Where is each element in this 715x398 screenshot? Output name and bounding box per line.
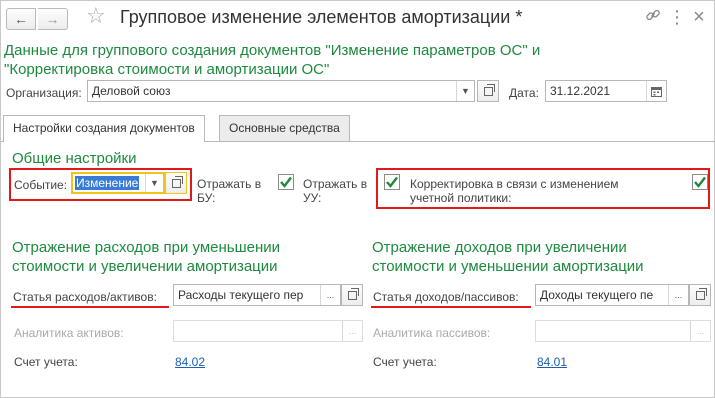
- reflect-bu-label: Отражать в БУ:: [197, 177, 261, 205]
- open-form-icon: [483, 83, 495, 96]
- date-value: 31.12.2021: [550, 84, 611, 98]
- liability-analytics-field[interactable]: ...: [535, 320, 711, 342]
- close-icon[interactable]: ×: [689, 7, 709, 27]
- arrow-left-icon: ←: [14, 11, 28, 27]
- liability-analytics-label: Аналитика пассивов:: [373, 326, 491, 340]
- date-field[interactable]: 31.12.2021: [545, 80, 667, 102]
- tab-fixed-assets[interactable]: Основные средства: [219, 115, 350, 141]
- checkmark-icon: [280, 176, 292, 188]
- income-underline: [371, 306, 531, 308]
- open-form-icon: [347, 287, 359, 300]
- forward-button[interactable]: →: [38, 8, 68, 30]
- correction-checkbox[interactable]: [692, 174, 708, 190]
- reflect-uu-label-line1: Отражать в: [303, 177, 368, 191]
- expense-account-link[interactable]: 84.02: [175, 355, 205, 369]
- open-organization-button[interactable]: [477, 80, 499, 102]
- more-menu-icon[interactable]: ⋮: [667, 7, 687, 27]
- expense-underline: [11, 306, 169, 308]
- checkmark-icon: [694, 176, 706, 188]
- income-account-label: Счет учета:: [373, 355, 437, 369]
- event-value-wrap: Изменение: [73, 174, 145, 192]
- ellipsis-icon[interactable]: ...: [668, 285, 688, 305]
- general-settings-title: Общие настройки: [12, 150, 137, 167]
- subtitle-line-2: "Корректировка стоимости и амортизации О…: [4, 61, 330, 78]
- asset-analytics-value: [174, 321, 342, 341]
- arrow-right-icon: →: [45, 11, 60, 27]
- reflect-bu-label-line1: Отражать в: [197, 177, 262, 191]
- expense-account-label: Счет учета:: [14, 355, 78, 369]
- ellipsis-icon[interactable]: ...: [342, 321, 362, 341]
- liability-analytics-value: [536, 321, 690, 341]
- asset-analytics-field[interactable]: ...: [173, 320, 363, 342]
- event-value: Изменение: [75, 176, 140, 190]
- form-subtitle: Данные для группового создания документо…: [4, 41, 604, 79]
- calendar-icon[interactable]: [646, 81, 666, 101]
- open-form-icon: [695, 287, 707, 300]
- window-title: Групповое изменение элементов амортизаци…: [120, 7, 523, 27]
- reflect-uu-checkbox[interactable]: [384, 174, 400, 190]
- open-income-item-button[interactable]: [689, 284, 711, 306]
- organization-value: Деловой союз: [92, 84, 171, 98]
- ellipsis-icon[interactable]: ...: [690, 321, 710, 341]
- organization-label: Организация:: [6, 86, 82, 100]
- ellipsis-icon[interactable]: ...: [320, 285, 340, 305]
- tab-document-settings[interactable]: Настройки создания документов: [3, 115, 205, 142]
- reflect-bu-label-line2: БУ:: [197, 191, 216, 205]
- reflect-bu-checkbox[interactable]: [278, 174, 294, 190]
- event-label: Событие:: [14, 178, 68, 192]
- correction-label-line1: Корректировка в связи с изменением: [410, 177, 619, 191]
- expenses-title-line2: стоимости и увеличении амортизации: [12, 258, 278, 275]
- back-button[interactable]: ←: [6, 8, 36, 30]
- income-title-line1: Отражение доходов при увеличении: [372, 239, 627, 256]
- open-form-icon: [171, 175, 183, 188]
- open-expense-item-button[interactable]: [341, 284, 363, 306]
- income-item-field[interactable]: Доходы текущего пе ...: [535, 284, 689, 306]
- dropdown-arrow-icon[interactable]: ▼: [145, 174, 163, 192]
- income-item-label: Статья доходов/пассивов:: [373, 290, 519, 304]
- date-label: Дата:: [509, 86, 539, 100]
- event-field[interactable]: Изменение ▼: [71, 172, 165, 194]
- correction-label-line2: учетной политики:: [410, 191, 512, 205]
- expense-item-field[interactable]: Расходы текущего пер ...: [173, 284, 341, 306]
- expense-item-label: Статья расходов/активов:: [13, 290, 157, 304]
- link-icon[interactable]: [643, 7, 663, 27]
- reflect-uu-label-line2: УУ:: [303, 191, 322, 205]
- income-item-value: Доходы текущего пе: [540, 288, 654, 302]
- income-account-link[interactable]: 84.01: [537, 355, 567, 369]
- asset-analytics-label: Аналитика активов:: [14, 326, 124, 340]
- reflect-uu-label: Отражать в УУ:: [303, 177, 367, 205]
- checkmark-icon: [386, 176, 398, 188]
- income-title-line2: стоимости и уменьшении амортизации: [372, 258, 644, 275]
- expenses-section-title: Отражение расходов при уменьшении стоимо…: [12, 238, 280, 276]
- favorite-star-icon[interactable]: ☆: [86, 4, 106, 28]
- dropdown-arrow-icon[interactable]: ▼: [456, 81, 474, 101]
- subtitle-line-1: Данные для группового создания документо…: [4, 42, 541, 59]
- expenses-title-line1: Отражение расходов при уменьшении: [12, 239, 281, 256]
- correction-label: Корректировка в связи с изменением учетн…: [410, 177, 619, 205]
- open-event-button[interactable]: [165, 172, 187, 194]
- organization-field[interactable]: Деловой союз ▼: [87, 80, 475, 102]
- income-section-title: Отражение доходов при увеличении стоимос…: [372, 238, 644, 276]
- expense-item-value: Расходы текущего пер: [178, 288, 304, 302]
